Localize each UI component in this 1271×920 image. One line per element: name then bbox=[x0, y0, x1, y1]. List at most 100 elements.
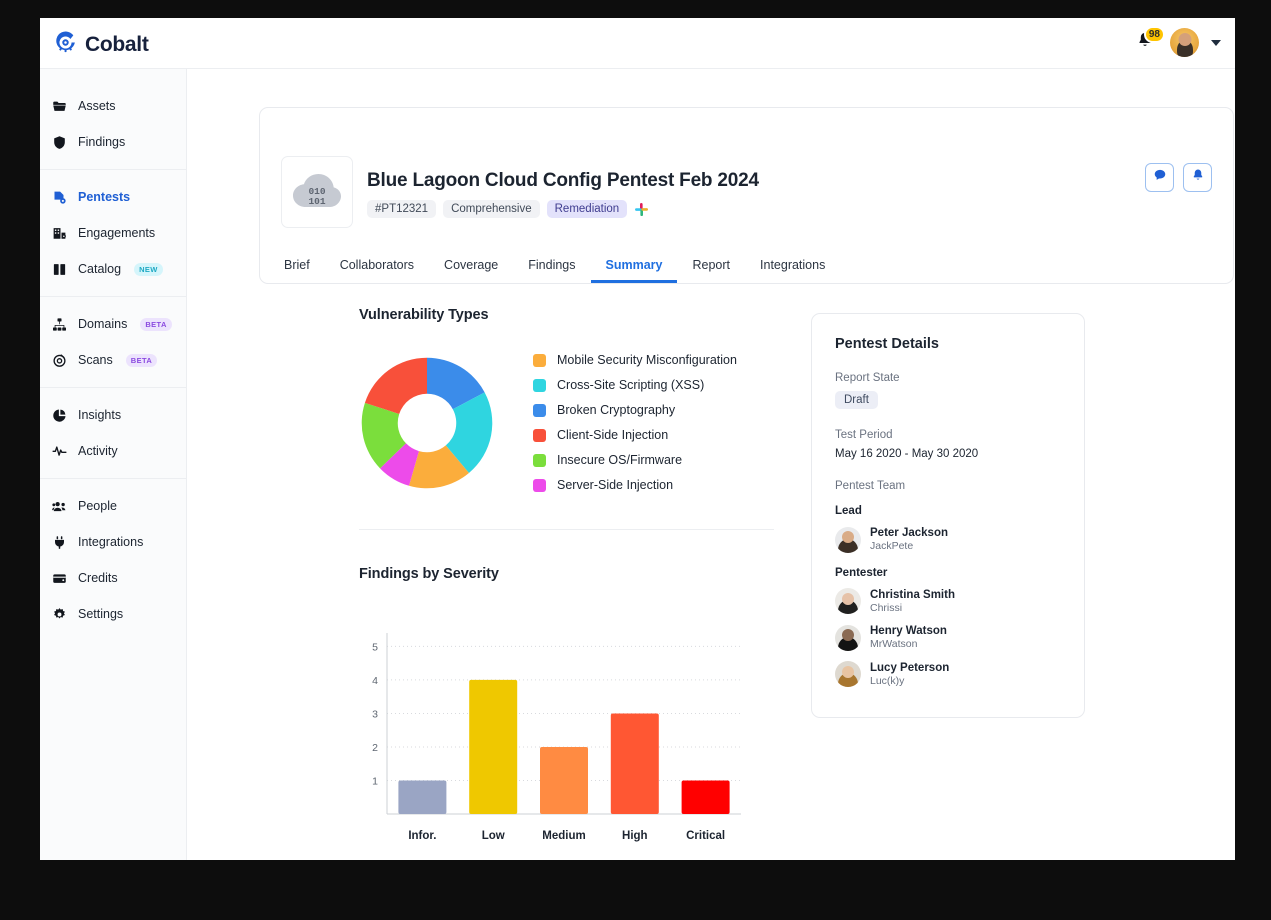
sidebar-item-domains[interactable]: Domains BETA bbox=[40, 306, 186, 342]
section-divider bbox=[359, 529, 774, 530]
sidebar-item-assets[interactable]: Assets bbox=[40, 88, 186, 124]
status-badge: Draft bbox=[835, 391, 878, 409]
team-member[interactable]: Peter Jackson JackPete bbox=[835, 526, 1061, 554]
legend-label: Cross-Site Scripting (XSS) bbox=[557, 378, 705, 392]
book-icon bbox=[52, 262, 67, 277]
x-axis-tick-label: Low bbox=[482, 830, 505, 842]
sidebar-badge-beta: BETA bbox=[125, 353, 158, 367]
donut-slice-client-side-injection[interactable] bbox=[364, 357, 427, 414]
gear-icon bbox=[52, 607, 67, 622]
sidebar-item-activity[interactable]: Activity bbox=[40, 433, 186, 469]
tab-integrations[interactable]: Integrations bbox=[745, 258, 840, 283]
notifications-button[interactable] bbox=[1183, 163, 1212, 192]
details-title: Pentest Details bbox=[835, 336, 939, 352]
bar-infor[interactable] bbox=[398, 780, 447, 814]
tab-bar: Brief Collaborators Coverage Findings Summar… bbox=[269, 245, 840, 283]
frame-edge-right bbox=[1235, 0, 1271, 920]
sidebar-item-label: Domains bbox=[78, 317, 128, 331]
team-member[interactable]: Lucy Peterson Luc(k)y bbox=[835, 661, 1061, 689]
target-icon bbox=[52, 353, 67, 368]
sidebar-group-3: Insights Activity bbox=[40, 387, 186, 478]
sidebar-item-pentests[interactable]: Pentests bbox=[40, 179, 186, 215]
vulnerability-types-chart: Mobile Security Misconfiguration Cross-Si… bbox=[359, 353, 779, 492]
chevron-down-icon[interactable] bbox=[1211, 39, 1221, 46]
legend-swatch-icon bbox=[533, 353, 546, 367]
notifications-bell-button[interactable]: 98 bbox=[1132, 25, 1165, 57]
bar-high[interactable] bbox=[610, 713, 659, 814]
sidebar-item-label: Engagements bbox=[78, 226, 156, 240]
sidebar-badge-new: NEW bbox=[134, 262, 163, 276]
pentest-id-badge: #PT12321 bbox=[367, 200, 437, 218]
comments-button[interactable] bbox=[1145, 163, 1174, 192]
lead-list: Peter Jackson JackPete bbox=[835, 526, 1061, 554]
tab-findings[interactable]: Findings bbox=[513, 258, 590, 283]
legend-item: Cross-Site Scripting (XSS) bbox=[533, 378, 737, 392]
charts-column: Vulnerability Types Mobile Security Misc… bbox=[359, 307, 779, 852]
notification-count-badge: 98 bbox=[1143, 25, 1165, 43]
legend-swatch-icon bbox=[533, 428, 546, 442]
frame-edge-bottom bbox=[0, 860, 1271, 920]
bar-critical[interactable] bbox=[681, 780, 730, 814]
x-axis-tick-label: Infor. bbox=[408, 830, 436, 842]
pentest-team-label: Pentest Team bbox=[835, 480, 906, 492]
sidebar-item-label: Activity bbox=[78, 444, 118, 458]
bar-chart: 1 2 3 4 5 Infor. Low Medium High Critical bbox=[372, 633, 741, 842]
sidebar-item-label: Insights bbox=[78, 408, 122, 422]
sidebar-item-credits[interactable]: Credits bbox=[40, 560, 186, 596]
y-axis-tick-label: 3 bbox=[372, 708, 378, 720]
tab-collaborators[interactable]: Collaborators bbox=[325, 258, 429, 283]
legend-swatch-icon bbox=[533, 453, 546, 467]
sidebar-item-label: Assets bbox=[78, 99, 116, 113]
legend-label: Insecure OS/Firmware bbox=[557, 453, 683, 467]
sidebar-item-label: Settings bbox=[78, 607, 124, 621]
sidebar-item-engagements[interactable]: Engagements bbox=[40, 215, 186, 251]
avatar bbox=[835, 624, 861, 651]
page-title: Blue Lagoon Cloud Config Pentest Feb 202… bbox=[367, 170, 759, 191]
top-bar: Cobalt 98 bbox=[40, 18, 1235, 69]
x-axis-tick-label: Critical bbox=[686, 830, 725, 842]
team-member[interactable]: Henry Watson MrWatson bbox=[835, 624, 1061, 652]
sidebar-group-1: Pentests Engagements Catalog NEW bbox=[40, 169, 186, 296]
findings-by-severity-title: Findings by Severity bbox=[359, 566, 499, 582]
sidebar-item-scans[interactable]: Scans BETA bbox=[40, 342, 186, 378]
pentest-type-badge: Comprehensive bbox=[443, 200, 540, 218]
sidebar-item-insights[interactable]: Insights bbox=[40, 397, 186, 433]
pentest-badges: #PT12321 Comprehensive Remediation bbox=[367, 200, 649, 218]
legend-swatch-icon bbox=[533, 403, 546, 417]
tab-brief[interactable]: Brief bbox=[269, 258, 325, 283]
y-axis-tick-label: 5 bbox=[372, 641, 378, 653]
sidebar-item-settings[interactable]: Settings bbox=[40, 596, 186, 632]
sidebar-item-catalog[interactable]: Catalog NEW bbox=[40, 251, 186, 287]
legend-item: Mobile Security Misconfiguration bbox=[533, 353, 737, 367]
sidebar-item-label: People bbox=[78, 499, 117, 513]
legend-item: Broken Cryptography bbox=[533, 403, 737, 417]
people-icon bbox=[52, 499, 67, 514]
sidebar-item-integrations[interactable]: Integrations bbox=[40, 524, 186, 560]
tab-coverage[interactable]: Coverage bbox=[429, 258, 513, 283]
shield-icon bbox=[52, 135, 67, 150]
y-axis-tick-label: 2 bbox=[372, 742, 378, 754]
tab-summary[interactable]: Summary bbox=[591, 258, 678, 283]
sidebar-item-people[interactable]: People bbox=[40, 488, 186, 524]
sidebar: Assets Findings Pentests Engagements Catalog… bbox=[40, 69, 187, 860]
pentest-header-actions bbox=[1145, 163, 1212, 192]
bar-medium[interactable] bbox=[540, 746, 588, 814]
frame-edge-top bbox=[0, 0, 1271, 18]
bar-low[interactable] bbox=[469, 679, 518, 814]
pentest-state-badge: Remediation bbox=[546, 200, 628, 218]
user-avatar[interactable] bbox=[1170, 28, 1199, 57]
pentest-header-card: 010 101 Blue Lagoon Cloud Config Pentest… bbox=[259, 107, 1234, 284]
slack-icon[interactable] bbox=[634, 202, 649, 217]
avatar bbox=[835, 526, 861, 553]
sidebar-group-2: Domains BETA Scans BETA bbox=[40, 296, 186, 387]
sidebar-item-findings[interactable]: Findings bbox=[40, 124, 186, 160]
sidebar-item-label: Integrations bbox=[78, 535, 144, 549]
pie-chart-icon bbox=[52, 408, 67, 423]
donut-chart bbox=[361, 357, 493, 488]
topbar-actions: 98 bbox=[1132, 25, 1221, 57]
sidebar-group-0: Assets Findings bbox=[40, 79, 186, 169]
brand-logo[interactable]: Cobalt bbox=[53, 30, 149, 60]
team-member[interactable]: Christina Smith Chrissi bbox=[835, 588, 1061, 616]
tab-report[interactable]: Report bbox=[677, 258, 745, 283]
legend-item: Insecure OS/Firmware bbox=[533, 453, 737, 467]
